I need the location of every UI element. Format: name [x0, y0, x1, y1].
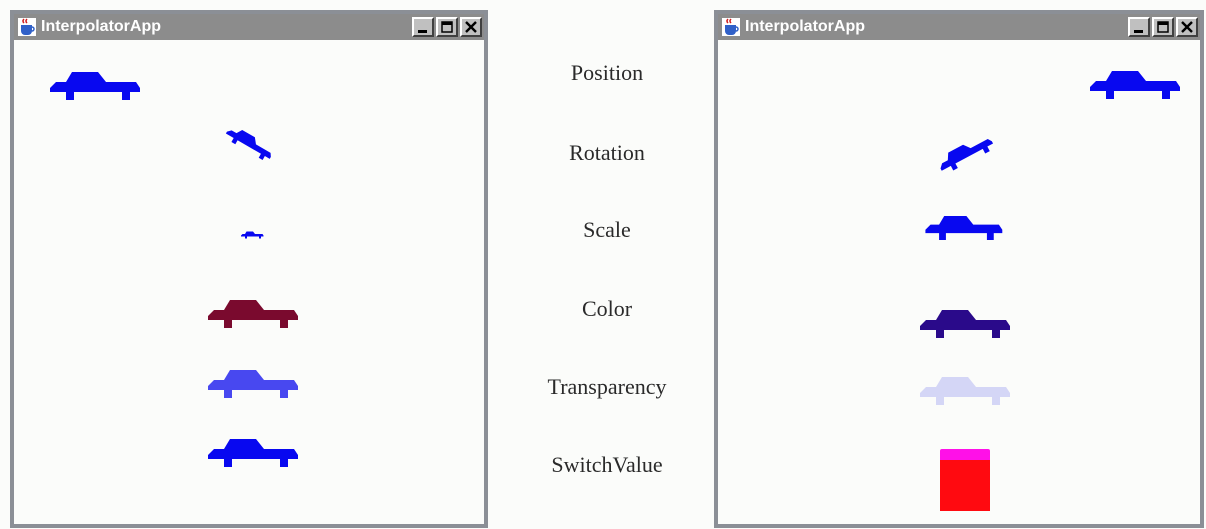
minimize-button[interactable]	[1128, 17, 1150, 37]
car-scale-left	[241, 231, 264, 239]
label-switchvalue: SwitchValue	[551, 452, 663, 477]
car-switchvalue-left	[208, 439, 298, 467]
title-bar[interactable]: InterpolatorApp	[718, 14, 1200, 40]
java-app-icon	[722, 18, 740, 36]
minimize-icon	[418, 30, 427, 33]
close-icon	[465, 21, 477, 33]
car-body	[208, 370, 298, 398]
switch-box-body	[940, 460, 990, 511]
car-body	[920, 377, 1010, 405]
car-body	[1090, 71, 1180, 99]
car-position-right	[1090, 71, 1180, 99]
car-transparency-left	[208, 370, 298, 398]
minimize-button[interactable]	[412, 17, 434, 37]
close-icon	[1181, 21, 1193, 33]
maximize-button[interactable]	[436, 17, 458, 37]
car-body	[50, 72, 140, 100]
label-transparency: Transparency	[547, 374, 667, 399]
car-position-left	[50, 72, 140, 100]
car-transparency-right	[920, 377, 1010, 405]
java-app-icon	[18, 18, 36, 36]
car-body	[208, 439, 298, 467]
window-title: InterpolatorApp	[745, 18, 865, 35]
maximize-icon	[1157, 21, 1169, 33]
close-button[interactable]	[460, 17, 482, 37]
maximize-icon	[441, 21, 453, 33]
close-button[interactable]	[1176, 17, 1198, 37]
car-color-right	[920, 310, 1010, 338]
label-position: Position	[570, 60, 644, 85]
car-color-left	[208, 300, 298, 328]
label-rotation: Rotation	[569, 140, 645, 165]
title-bar[interactable]: InterpolatorApp	[14, 14, 484, 40]
label-color: Color	[581, 296, 633, 321]
maximize-button[interactable]	[1152, 17, 1174, 37]
car-body	[925, 216, 1003, 240]
car-scale-right	[925, 216, 1003, 240]
switch-box-right	[940, 449, 990, 511]
car-body	[241, 231, 264, 239]
label-scale: Scale	[583, 217, 631, 242]
minimize-icon	[1134, 30, 1143, 33]
car-body	[208, 300, 298, 328]
car-body	[920, 310, 1010, 338]
window-title: InterpolatorApp	[41, 18, 161, 35]
